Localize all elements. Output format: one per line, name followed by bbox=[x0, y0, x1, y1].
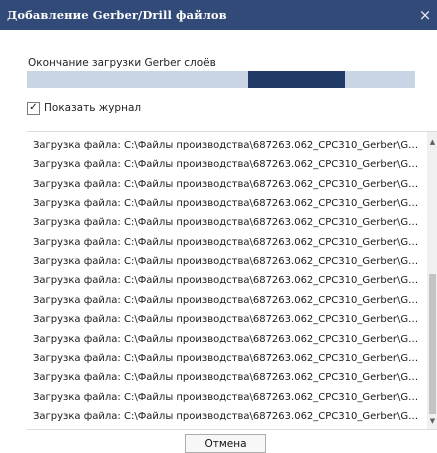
scroll-down-arrow-icon[interactable]: ▼ bbox=[427, 416, 437, 427]
log-scrollbar[interactable]: ▲ ▼ bbox=[427, 132, 437, 429]
scroll-thumb[interactable] bbox=[429, 274, 436, 414]
show-log-checkbox[interactable]: ✓ Показать журнал bbox=[27, 100, 141, 116]
log-line: Загрузка файла: C:\Файлы производства\68… bbox=[33, 294, 423, 306]
window-title: Добавление Gerber/Drill файлов bbox=[7, 8, 227, 22]
checkbox-check-icon[interactable]: ✓ bbox=[27, 101, 40, 115]
close-icon[interactable]: × bbox=[413, 0, 437, 30]
title-bar: Добавление Gerber/Drill файлов × bbox=[0, 0, 437, 30]
log-line: Загрузка файла: C:\Файлы производства\68… bbox=[33, 140, 423, 151]
log-line: Загрузка файла: C:\Файлы производства\68… bbox=[33, 372, 423, 384]
progress-bar bbox=[27, 71, 415, 88]
log-line: Окончание загрузки Gerber слоёв bbox=[33, 426, 423, 429]
log-line: Загрузка файла: C:\Файлы производства\68… bbox=[33, 178, 423, 190]
log-line: Загрузка файла: C:\Файлы производства\68… bbox=[33, 391, 423, 403]
log-list[interactable]: Загрузка файла: C:\Файлы производства\68… bbox=[27, 132, 425, 429]
show-log-label: Показать журнал bbox=[44, 102, 142, 114]
log-line: Загрузка файла: C:\Файлы производства\68… bbox=[33, 236, 423, 248]
progress-status-label: Окончание загрузки Gerber слоёв bbox=[28, 57, 216, 69]
log-line: Загрузка файла: C:\Файлы производства\68… bbox=[33, 352, 423, 364]
log-line: Загрузка файла: C:\Файлы производства\68… bbox=[33, 198, 423, 210]
progress-marquee-chunk bbox=[248, 71, 346, 88]
cancel-button[interactable]: Отмена bbox=[185, 434, 266, 453]
log-panel[interactable]: Загрузка файла: C:\Файлы производства\68… bbox=[27, 131, 437, 430]
log-line: Загрузка файла: C:\Файлы производства\68… bbox=[33, 275, 423, 287]
log-line: Загрузка файла: C:\Файлы производства\68… bbox=[33, 333, 423, 345]
log-line: Загрузка файла: C:\Файлы производства\68… bbox=[33, 217, 423, 229]
scroll-up-arrow-icon[interactable]: ▲ bbox=[427, 137, 437, 148]
log-line: Загрузка файла: C:\Файлы производства\68… bbox=[33, 256, 423, 268]
log-line: Загрузка файла: C:\Файлы производства\68… bbox=[33, 314, 423, 326]
log-line: Загрузка файла: C:\Файлы производства\68… bbox=[33, 159, 423, 171]
log-line: Загрузка файла: C:\Файлы производства\68… bbox=[33, 410, 423, 422]
